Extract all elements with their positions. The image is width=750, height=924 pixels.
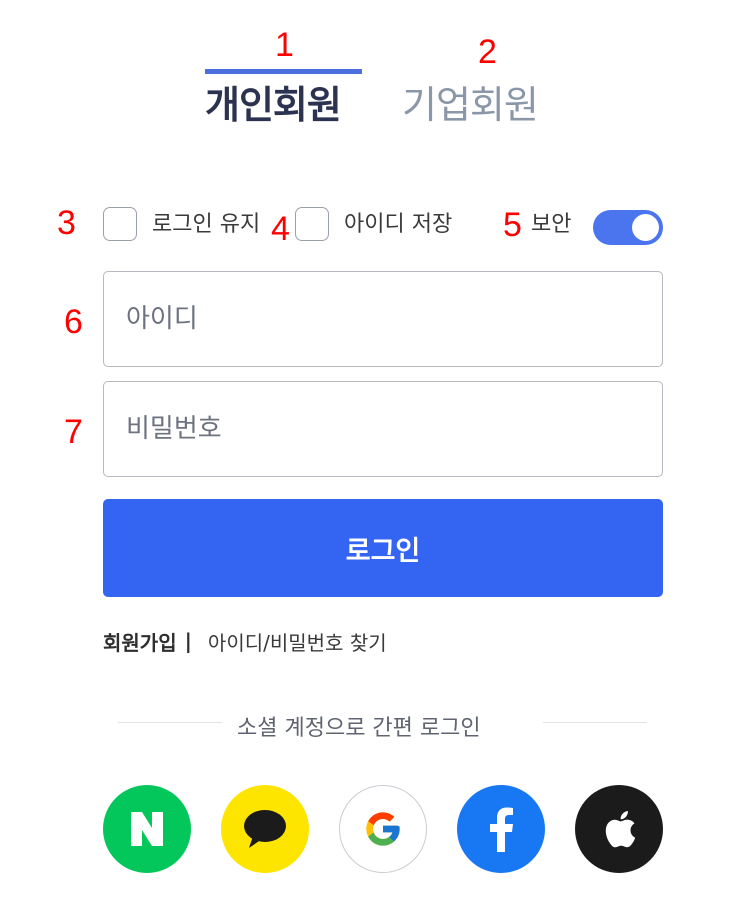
annotation-7: 7 — [64, 413, 83, 451]
password-field — [103, 381, 663, 477]
apple-icon — [605, 811, 636, 848]
save-id-label[interactable]: 아이디 저장 — [344, 214, 452, 236]
annotation-1: 1 — [275, 26, 294, 64]
password-input[interactable] — [126, 382, 646, 476]
annotation-2: 2 — [478, 33, 497, 71]
login-button[interactable]: 로그인 — [103, 499, 663, 597]
id-input[interactable] — [126, 272, 646, 366]
security-label: 보안 — [531, 212, 572, 237]
active-tab-underline — [205, 69, 362, 74]
signup-link[interactable]: 회원가입 — [103, 627, 177, 656]
keep-login-checkbox[interactable] — [103, 207, 137, 241]
facebook-icon — [490, 807, 513, 852]
naver-login-button[interactable] — [103, 785, 191, 873]
save-id-checkbox[interactable] — [295, 207, 329, 241]
toggle-knob — [632, 214, 659, 241]
find-id-password-link[interactable]: 아이디/비밀번호 찾기 — [208, 627, 387, 656]
id-field — [103, 271, 663, 367]
tab-personal-member[interactable]: 개인회원 — [205, 86, 342, 124]
social-login-caption: 소셜 계정으로 간편 로그인 — [237, 716, 481, 741]
link-separator: | — [184, 629, 192, 653]
annotation-4: 4 — [271, 210, 290, 248]
google-login-button[interactable] — [339, 785, 427, 873]
annotation-6: 6 — [64, 303, 83, 341]
apple-login-button[interactable] — [575, 785, 663, 873]
account-links: 회원가입 | 아이디/비밀번호 찾기 — [103, 626, 387, 656]
google-icon — [366, 812, 400, 846]
facebook-login-button[interactable] — [457, 785, 545, 873]
security-toggle[interactable] — [593, 210, 663, 245]
keep-login-label[interactable]: 로그인 유지 — [152, 214, 260, 236]
kakao-icon — [244, 810, 286, 848]
kakao-login-button[interactable] — [221, 785, 309, 873]
divider-line-right — [543, 722, 647, 723]
annotation-3: 3 — [57, 204, 76, 242]
naver-icon — [131, 812, 163, 846]
tab-business-member[interactable]: 기업회원 — [402, 86, 539, 124]
divider-line-left — [118, 722, 222, 723]
annotation-5: 5 — [503, 206, 522, 244]
